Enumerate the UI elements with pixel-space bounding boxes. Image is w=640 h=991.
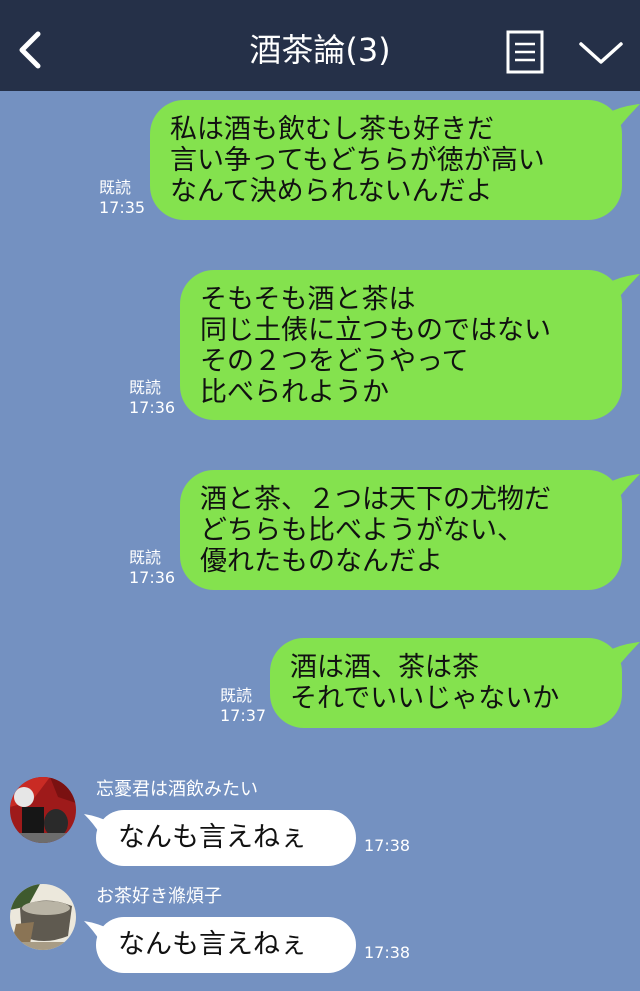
avatar-image [10, 777, 76, 843]
chevron-down-icon [579, 42, 623, 64]
menu-button[interactable] [506, 30, 544, 74]
message-time: 17:36 [129, 568, 176, 587]
message-bubble[interactable]: 酒は酒、茶は茶 それでいいじゃないか [270, 638, 622, 728]
read-label: 既読 [129, 378, 162, 397]
message-time: 17:36 [129, 398, 176, 417]
read-label: 既読 [99, 178, 132, 197]
read-label: 既読 [129, 548, 162, 567]
sender-avatar[interactable] [10, 884, 76, 950]
read-label: 既読 [220, 686, 253, 705]
message-bubble[interactable]: 酒と茶、２つは天下の尤物だ どちらも比べようがない、 優れたものなんだよ [180, 470, 622, 590]
message-bubble[interactable]: 私は酒も飲むし茶も好きだ 言い争ってもどちらが徳が高い なんて決められないんだよ [150, 100, 622, 220]
read-receipt: 既読 17:36 [129, 378, 175, 418]
sender-name: 忘憂君は酒飲みたい [96, 779, 258, 800]
bubble-tail [606, 274, 640, 296]
sender-avatar[interactable] [10, 777, 76, 843]
message-bubble[interactable]: なんも言えねぇ [96, 810, 356, 866]
message-time: 17:37 [220, 706, 267, 725]
message-time: 17:38 [364, 943, 411, 962]
bubble-tail [606, 104, 640, 126]
menu-lines-icon [506, 30, 544, 74]
message-bubble[interactable]: なんも言えねぇ [96, 917, 356, 973]
sender-name: お茶好き滌煩子 [96, 886, 222, 907]
read-receipt: 既読 17:36 [129, 548, 175, 588]
chat-title: 酒茶論(3) [249, 31, 391, 69]
chat-header: 酒茶論(3) [0, 0, 640, 91]
message-bubble[interactable]: そもそも酒と茶は 同じ土俵に立つものではない その２つをどうやって 比べられよう… [180, 270, 622, 420]
avatar-image [10, 884, 76, 950]
bubble-tail [606, 474, 640, 496]
dropdown-button[interactable] [578, 38, 624, 68]
message-time: 17:35 [99, 198, 146, 217]
message-time: 17:38 [364, 836, 411, 855]
read-receipt: 既読 17:37 [220, 686, 266, 726]
read-receipt: 既読 17:35 [99, 178, 145, 218]
bubble-tail [606, 642, 640, 664]
